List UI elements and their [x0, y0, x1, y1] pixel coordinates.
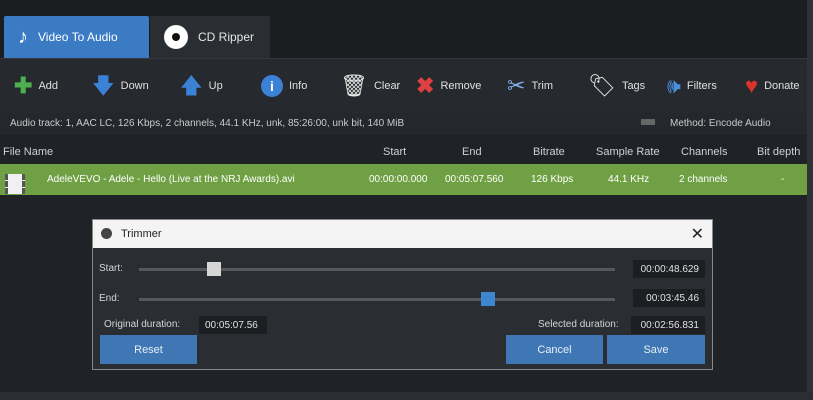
donate-button[interactable]: ♥ Donate	[745, 59, 800, 113]
down-label: Down	[120, 80, 149, 92]
trash-icon: 🗑	[340, 73, 368, 98]
col-start[interactable]: Start	[383, 146, 406, 158]
end-label: End:	[99, 293, 120, 304]
vertical-scrollbar[interactable]	[807, 0, 813, 400]
save-button[interactable]: Save	[607, 335, 705, 364]
cancel-button[interactable]: Cancel	[506, 335, 603, 364]
cell-bit-depth: -	[781, 174, 785, 185]
info-button[interactable]: i Info	[261, 59, 307, 113]
filters-label: Filters	[686, 80, 717, 92]
trimmer-titlebar: Trimmer ✕	[93, 220, 712, 248]
remove-button[interactable]: ✖ Remove	[416, 59, 481, 113]
selected-duration-value: 00:02:56.831	[631, 316, 705, 334]
music-note-icon: ♪	[18, 25, 28, 48]
horizontal-scrollbar[interactable]	[0, 392, 813, 400]
info-icon: i	[261, 75, 283, 97]
tab-cd-ripper[interactable]: CD Ripper	[150, 16, 270, 58]
col-bit-depth[interactable]: Bit depth	[757, 146, 800, 158]
tab-label: Video To Audio	[38, 30, 118, 44]
end-time-field[interactable]: 00:03:45.46	[633, 289, 705, 307]
selected-duration-label: Selected duration:	[538, 319, 619, 330]
track-menu-handle[interactable]	[641, 119, 655, 125]
original-duration-label: Original duration:	[104, 319, 181, 330]
col-sample-rate[interactable]: Sample Rate	[596, 146, 660, 158]
tags-button[interactable]: 🏷 Tags	[588, 59, 645, 113]
remove-label: Remove	[440, 80, 482, 92]
audio-track-bar: Audio track: 1, AAC LC, 126 Kbps, 2 chan…	[0, 113, 813, 135]
trim-label: Trim	[531, 80, 554, 92]
cell-end: 00:05:07.560	[445, 174, 504, 185]
trimmer-dialog: Trimmer ✕ Start: 00:00:48.629 End: 00:03…	[92, 219, 713, 370]
arrow-up-icon: 🡅	[180, 73, 203, 98]
clear-button[interactable]: 🗑 Clear	[340, 59, 400, 113]
down-button[interactable]: 🡇 Down	[92, 59, 149, 113]
col-end[interactable]: End	[462, 146, 482, 158]
tags-label: Tags	[621, 80, 646, 92]
tab-label: CD Ripper	[198, 30, 255, 44]
end-slider-track[interactable]	[139, 298, 615, 301]
toolbar: ✚ Add 🡇 Down 🡅 Up i Info 🗑 Clear ✖ Remov…	[0, 58, 813, 113]
col-bitrate[interactable]: Bitrate	[533, 146, 565, 158]
heart-icon: ♥	[745, 73, 759, 98]
method-value[interactable]: Encode Audio	[709, 118, 771, 129]
trim-button[interactable]: ✂ Trim	[507, 59, 553, 113]
scissors-icon: ✂	[507, 73, 526, 98]
table-row[interactable]: AdeleVEVO - Adele - Hello (Live at the N…	[0, 164, 813, 195]
x-remove-icon: ✖	[416, 73, 435, 98]
plus-icon: ✚	[14, 73, 33, 98]
filters-button[interactable]: 🕪 Filters	[667, 59, 717, 113]
video-file-icon	[5, 174, 25, 194]
end-slider-thumb[interactable]	[480, 292, 495, 306]
add-label: Add	[38, 80, 59, 92]
cell-sample-rate: 44.1 KHz	[608, 174, 650, 185]
cell-bitrate: 126 Kbps	[531, 174, 574, 185]
tab-video-to-audio[interactable]: ♪ Video To Audio	[4, 16, 149, 58]
donate-label: Donate	[764, 80, 800, 92]
start-slider-thumb[interactable]	[207, 262, 222, 276]
tab-bar: ♪ Video To Audio CD Ripper	[0, 0, 813, 58]
start-time-field[interactable]: 00:00:48.629	[633, 260, 705, 278]
reset-button[interactable]: Reset	[100, 335, 197, 364]
app-logo-icon	[101, 228, 112, 239]
trimmer-title: Trimmer	[121, 228, 162, 240]
close-icon[interactable]: ✕	[691, 224, 704, 244]
audio-track-label: Audio track:	[10, 118, 63, 129]
method-info: Method: Encode Audio	[670, 118, 771, 129]
add-button[interactable]: ✚ Add	[14, 59, 58, 113]
audio-track-info: Audio track: 1, AAC LC, 126 Kbps, 2 chan…	[10, 118, 404, 129]
clear-label: Clear	[373, 80, 401, 92]
table-header: File Name Start End Bitrate Sample Rate …	[0, 142, 813, 162]
arrow-down-icon: 🡇	[92, 73, 115, 98]
cell-file-name: AdeleVEVO - Adele - Hello (Live at the N…	[47, 174, 295, 185]
up-button[interactable]: 🡅 Up	[180, 59, 223, 113]
up-label: Up	[208, 80, 223, 92]
cell-channels: 2 channels	[679, 174, 728, 185]
tag-icon: 🏷	[588, 73, 616, 98]
start-label: Start:	[99, 263, 123, 274]
cd-disc-icon	[164, 25, 188, 49]
col-channels[interactable]: Channels	[681, 146, 727, 158]
info-label: Info	[289, 80, 308, 92]
speaker-icon: 🕪	[667, 73, 681, 98]
cell-start: 00:00:00.000	[369, 174, 428, 185]
method-label: Method:	[670, 118, 707, 129]
audio-track-value[interactable]: 1, AAC LC, 126 Kbps, 2 channels, 44.1 KH…	[66, 118, 405, 129]
original-duration-value: 00:05:07.56	[199, 316, 267, 334]
col-file-name[interactable]: File Name	[3, 146, 53, 158]
